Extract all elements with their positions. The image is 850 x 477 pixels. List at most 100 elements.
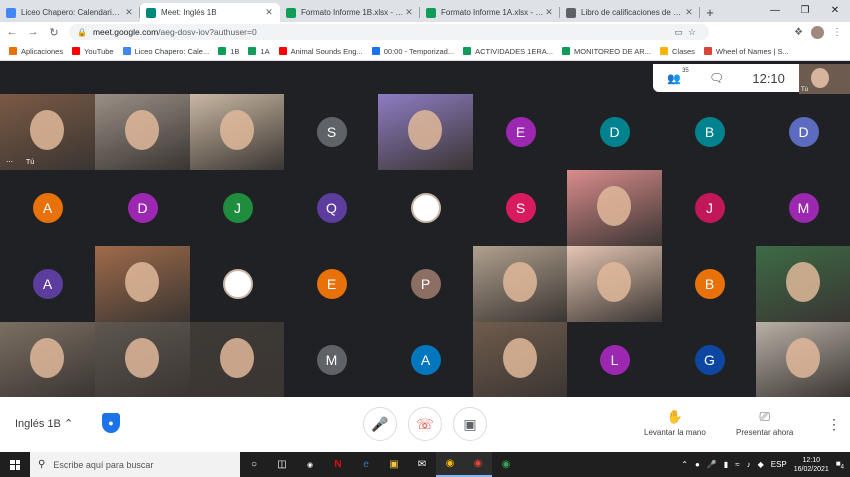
participant-tile-avatar[interactable]: A	[0, 170, 95, 246]
participant-tile-avatar[interactable]: M	[756, 170, 850, 246]
dell-icon[interactable]: ◉	[296, 452, 324, 477]
participant-tile-video[interactable]	[190, 322, 285, 398]
bookmark-item[interactable]: ACTIVIDADES 1ERA...	[463, 47, 553, 56]
wifi-icon[interactable]: ≈	[735, 460, 739, 469]
microphone-button[interactable]: 🎤	[363, 407, 397, 441]
browser-menu-icon[interactable]: ⋮	[832, 27, 842, 38]
participant-tile-avatar[interactable]: E	[473, 94, 568, 170]
bookmark-item[interactable]: YouTube	[72, 47, 114, 56]
raise-hand-button[interactable]: ✋ Levantar la mano	[644, 409, 706, 437]
participant-tile-video[interactable]: ⋯ Tú	[0, 94, 95, 170]
participant-tile-avatar[interactable]: A	[378, 322, 473, 398]
participant-tile-avatar[interactable]: B	[662, 94, 757, 170]
participant-tile-avatar[interactable]: J	[190, 170, 285, 246]
browser-tab[interactable]: Libro de calificaciones de Soc ✕	[560, 3, 700, 22]
participant-tile-avatar[interactable]: G	[662, 322, 757, 398]
language-indicator[interactable]: ESP	[771, 460, 787, 469]
participant-tile-photo[interactable]	[190, 246, 285, 322]
address-bar[interactable]: 🔒 meet.google.com/aeg-dosv-iov?authuser=…	[69, 24, 709, 40]
more-options-icon[interactable]: ⋮	[827, 416, 841, 433]
participant-tile-photo[interactable]	[378, 170, 473, 246]
participant-tile-avatar[interactable]: A	[0, 246, 95, 322]
tab-close-icon[interactable]: ✕	[404, 7, 414, 18]
participant-tile-avatar[interactable]: S	[284, 94, 379, 170]
back-arrow-icon[interactable]: ←	[3, 23, 21, 41]
people-icon[interactable]: ●	[695, 460, 700, 469]
browser-tab[interactable]: Liceo Chapero: Calendario - m ✕	[0, 3, 140, 22]
participant-tile-avatar[interactable]: S	[473, 170, 568, 246]
bookmark-item[interactable]: Aplicaciones	[9, 47, 63, 56]
minimize-button[interactable]: —	[760, 0, 790, 20]
profile-avatar[interactable]	[811, 25, 824, 39]
participant-tile-avatar[interactable]: L	[567, 322, 662, 398]
participant-tile-video[interactable]	[378, 94, 473, 170]
participants-icon[interactable]: 👥 35	[667, 68, 689, 85]
participant-tile-avatar[interactable]: D	[567, 94, 662, 170]
chrome-icon[interactable]: ◉	[436, 452, 464, 477]
participant-tile-video[interactable]	[95, 246, 190, 322]
tile-options-icon[interactable]: ⋯	[6, 158, 14, 166]
extensions-icon[interactable]: ❖	[794, 27, 803, 38]
task-view-icon[interactable]: ◫	[268, 452, 296, 477]
tab-close-icon[interactable]: ✕	[124, 7, 134, 18]
participant-tile-video[interactable]	[473, 246, 568, 322]
participant-tile-video[interactable]	[567, 170, 662, 246]
mic-tray-icon[interactable]: 🎤	[707, 460, 717, 469]
participant-tile-video[interactable]	[756, 322, 850, 398]
new-tab-button[interactable]: +	[700, 3, 720, 22]
chrome-profile-icon[interactable]: ◉	[464, 452, 492, 477]
file-explorer-icon[interactable]: ▣	[380, 452, 408, 477]
chevron-up-tray-icon[interactable]: ⌃	[681, 460, 688, 469]
participant-tile-avatar[interactable]: P	[378, 246, 473, 322]
camera-button[interactable]: ▣	[453, 407, 487, 441]
edge-icon[interactable]: e	[352, 452, 380, 477]
self-view-thumbnail[interactable]: Tú	[799, 64, 850, 94]
participant-tile-video[interactable]	[567, 246, 662, 322]
participant-tile-avatar[interactable]: E	[284, 246, 379, 322]
participant-tile-video[interactable]	[95, 94, 190, 170]
browser-tab[interactable]: Formato Informe 1A.xlsx - Hoj ✕	[420, 3, 560, 22]
participant-tile-video[interactable]	[95, 322, 190, 398]
participant-tile-avatar[interactable]: J	[662, 170, 757, 246]
bookmark-item[interactable]: Liceo Chapero: Cale...	[122, 47, 209, 56]
mail-icon[interactable]: ✉	[408, 452, 436, 477]
chrome-profile-2-icon[interactable]: ◉	[492, 452, 520, 477]
taskbar-clock[interactable]: 12:10 16/02/2021	[794, 456, 829, 474]
cortana-icon[interactable]: ○	[240, 452, 268, 477]
start-button[interactable]	[0, 452, 30, 477]
tab-close-icon[interactable]: ✕	[544, 7, 554, 18]
participant-tile-video[interactable]	[0, 322, 95, 398]
participant-tile-video[interactable]	[190, 94, 285, 170]
present-now-button[interactable]: ⎚ Presentar ahora	[736, 409, 793, 437]
bookmark-item[interactable]: Clases	[659, 47, 695, 56]
close-window-button[interactable]: ✕	[820, 0, 850, 20]
taskbar-search-input[interactable]: ⚲ Escribe aquí para buscar	[30, 452, 240, 477]
tab-close-icon[interactable]: ✕	[684, 7, 694, 18]
restore-button[interactable]: ❐	[790, 0, 820, 20]
participant-tile-video[interactable]	[756, 246, 850, 322]
chat-icon[interactable]: 🗨	[709, 71, 724, 85]
participant-tile-avatar[interactable]: D	[756, 94, 850, 170]
reload-icon[interactable]: ↻	[45, 23, 63, 41]
leave-call-button[interactable]: ☏	[408, 407, 442, 441]
tab-close-icon[interactable]: ✕	[264, 7, 274, 18]
browser-tab[interactable]: Meet: Inglés 1B ✕	[140, 3, 280, 22]
battery-icon[interactable]: ▮	[724, 460, 728, 469]
bookmark-item[interactable]: Animal Sounds Eng...	[278, 47, 363, 56]
bookmark-item[interactable]: Wheel of Names | S...	[703, 47, 789, 56]
participant-tile-avatar[interactable]: B	[662, 246, 757, 322]
bookmark-item[interactable]: 1B	[218, 47, 239, 56]
participant-tile-avatar[interactable]: M	[284, 322, 379, 398]
participant-tile-avatar[interactable]: D	[95, 170, 190, 246]
netflix-icon[interactable]: N	[324, 452, 352, 477]
forward-arrow-icon[interactable]: →	[24, 23, 42, 41]
volume-icon[interactable]: ♪	[747, 460, 751, 469]
dropbox-icon[interactable]: ◆	[758, 460, 764, 469]
browser-tab[interactable]: Formato Informe 1B.xlsx - Hoj ✕	[280, 3, 420, 22]
bookmark-item[interactable]: MONITOREO DE AR...	[562, 47, 651, 56]
cast-and-star-icons[interactable]: ▭☆	[674, 27, 701, 38]
bookmark-item[interactable]: 1A	[248, 47, 270, 56]
shield-icon[interactable]: ●	[102, 413, 120, 433]
bookmark-item[interactable]: 00:00 - Temporizad...	[371, 47, 454, 56]
participant-tile-avatar[interactable]: Q	[284, 170, 379, 246]
